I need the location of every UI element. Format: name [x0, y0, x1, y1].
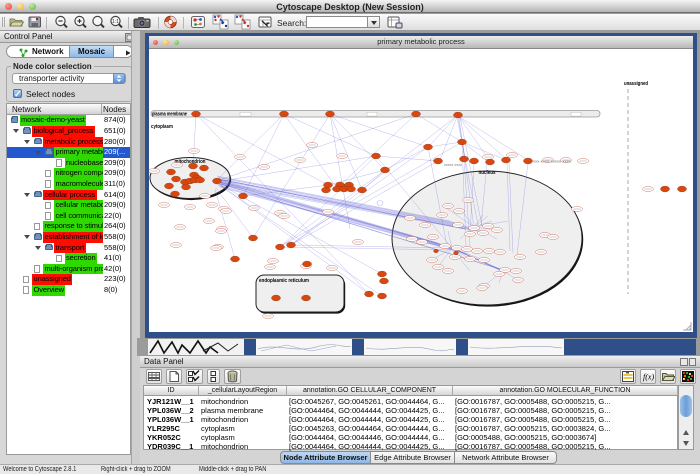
svg-text:f(x): f(x) [643, 373, 654, 382]
svg-text:xxxxx xxxx: xxxxx xxxx [444, 163, 462, 167]
svg-text:endoplasmic reticulum: endoplasmic reticulum [259, 278, 309, 284]
svg-text:xxx-xxxx-xxxxx-xxxx: xxx-xxxx-xxxxx-xxxx [533, 159, 571, 164]
svg-text:cytoplasm: cytoplasm [151, 124, 173, 130]
svg-text:unassigned: unassigned [624, 81, 648, 87]
svg-text:nucleus: nucleus [479, 170, 496, 176]
svg-text:plasma membrane: plasma membrane [152, 112, 187, 118]
svg-text:1:1: 1:1 [112, 19, 119, 25]
